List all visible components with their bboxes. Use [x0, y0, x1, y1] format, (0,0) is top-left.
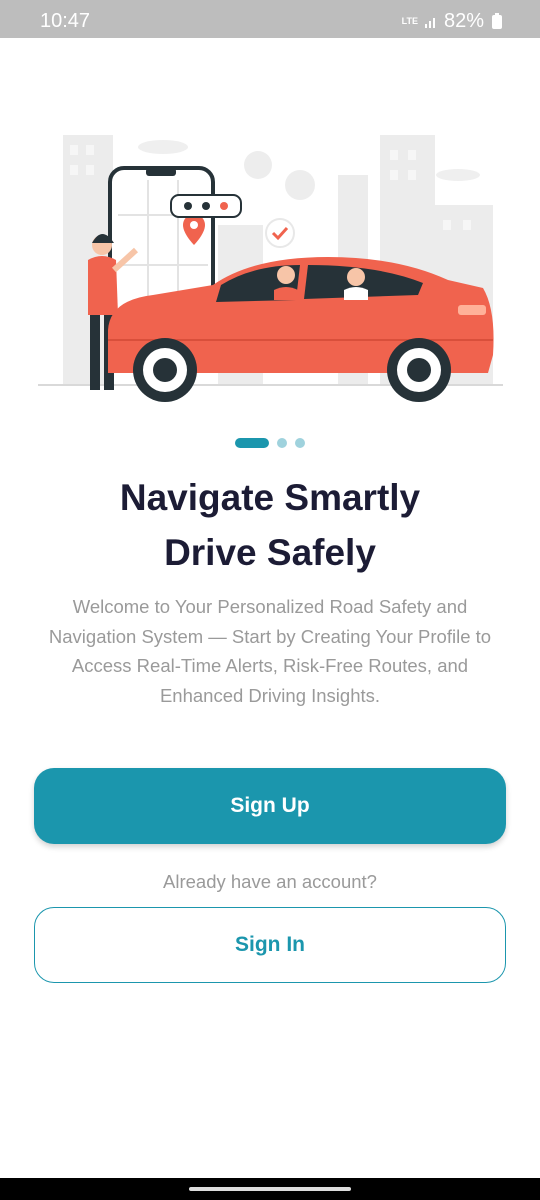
battery-level: 82%	[443, 10, 484, 32]
onboarding-description: Welcome to Your Personalized Road Safety…	[48, 596, 492, 706]
signal-icon	[424, 17, 435, 28]
page-indicator	[0, 438, 540, 448]
home-indicator[interactable]	[189, 1187, 351, 1191]
status-bar: 10:47 LTE 82%	[0, 0, 540, 38]
title-line-1: Navigate Smartly	[119, 477, 421, 518]
title-line-2: Drive Safely	[164, 532, 376, 573]
sign-up-button[interactable]: Sign Up	[34, 768, 506, 844]
status-time: 10:47	[40, 10, 91, 32]
account-prompt: Already have an account?	[163, 871, 377, 892]
navigation-bar	[0, 1178, 540, 1200]
page-dot-active	[235, 438, 269, 448]
page-dot	[295, 438, 305, 448]
sign-in-button[interactable]: Sign In	[34, 907, 506, 983]
network-type: LTE	[401, 16, 418, 26]
battery-icon	[492, 12, 502, 29]
onboarding-title: Navigate Smartly Drive Safely	[0, 470, 540, 580]
status-icons: LTE 82%	[402, 10, 502, 33]
page-dot	[277, 438, 287, 448]
car-ride-illustration	[38, 135, 503, 402]
